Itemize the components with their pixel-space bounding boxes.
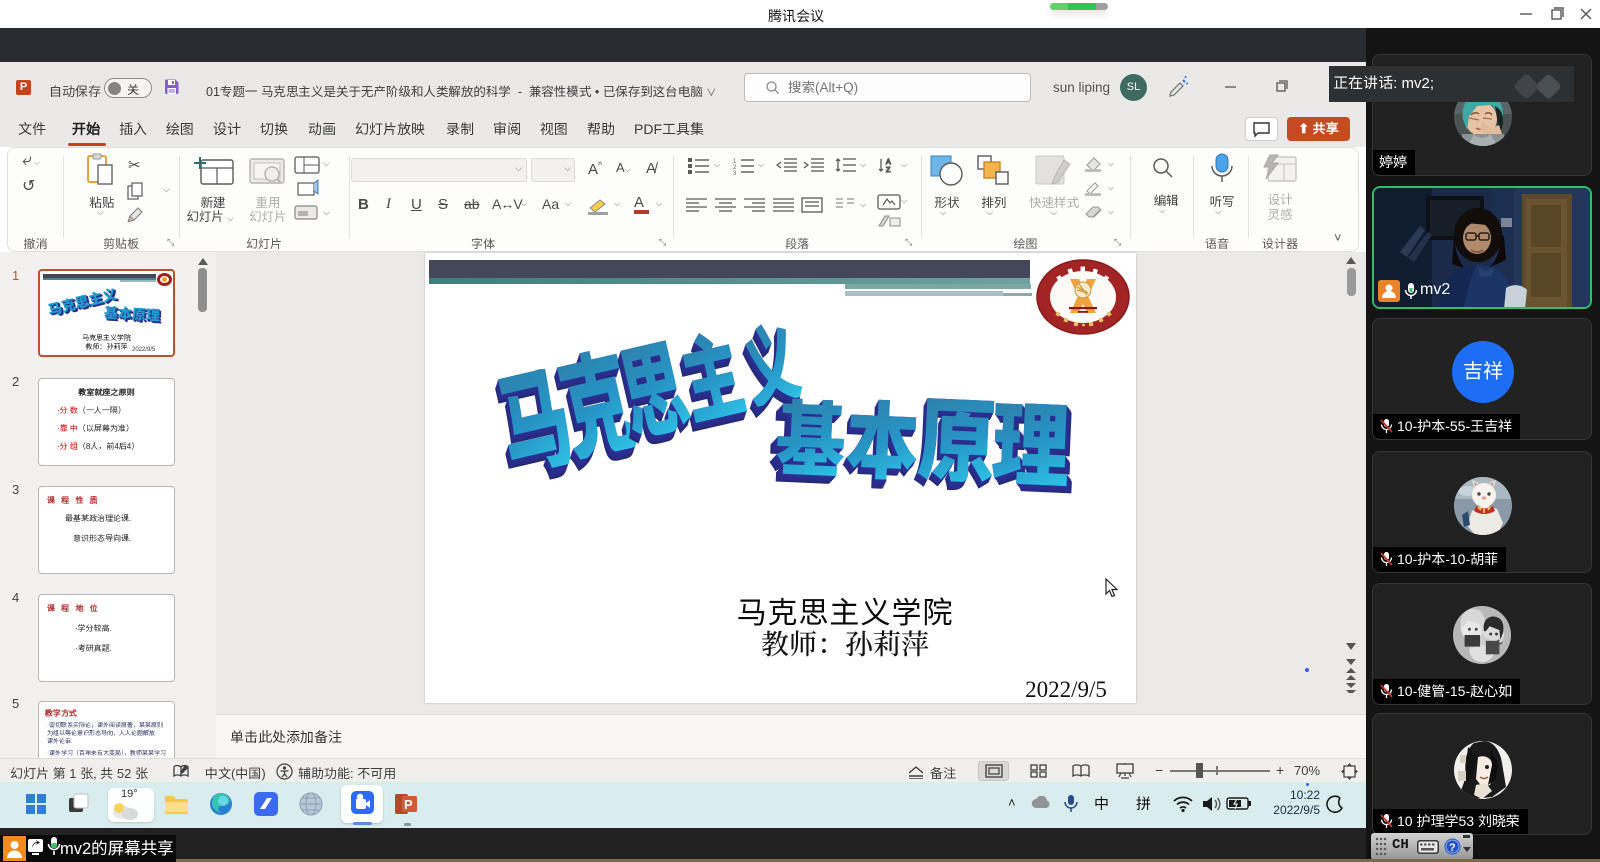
svg-text:Z: Z	[886, 167, 891, 173]
svg-text:3: 3	[733, 171, 737, 175]
svg-text:?: ?	[1449, 842, 1456, 854]
svg-text:A: A	[886, 159, 891, 166]
svg-text:P: P	[404, 797, 413, 812]
